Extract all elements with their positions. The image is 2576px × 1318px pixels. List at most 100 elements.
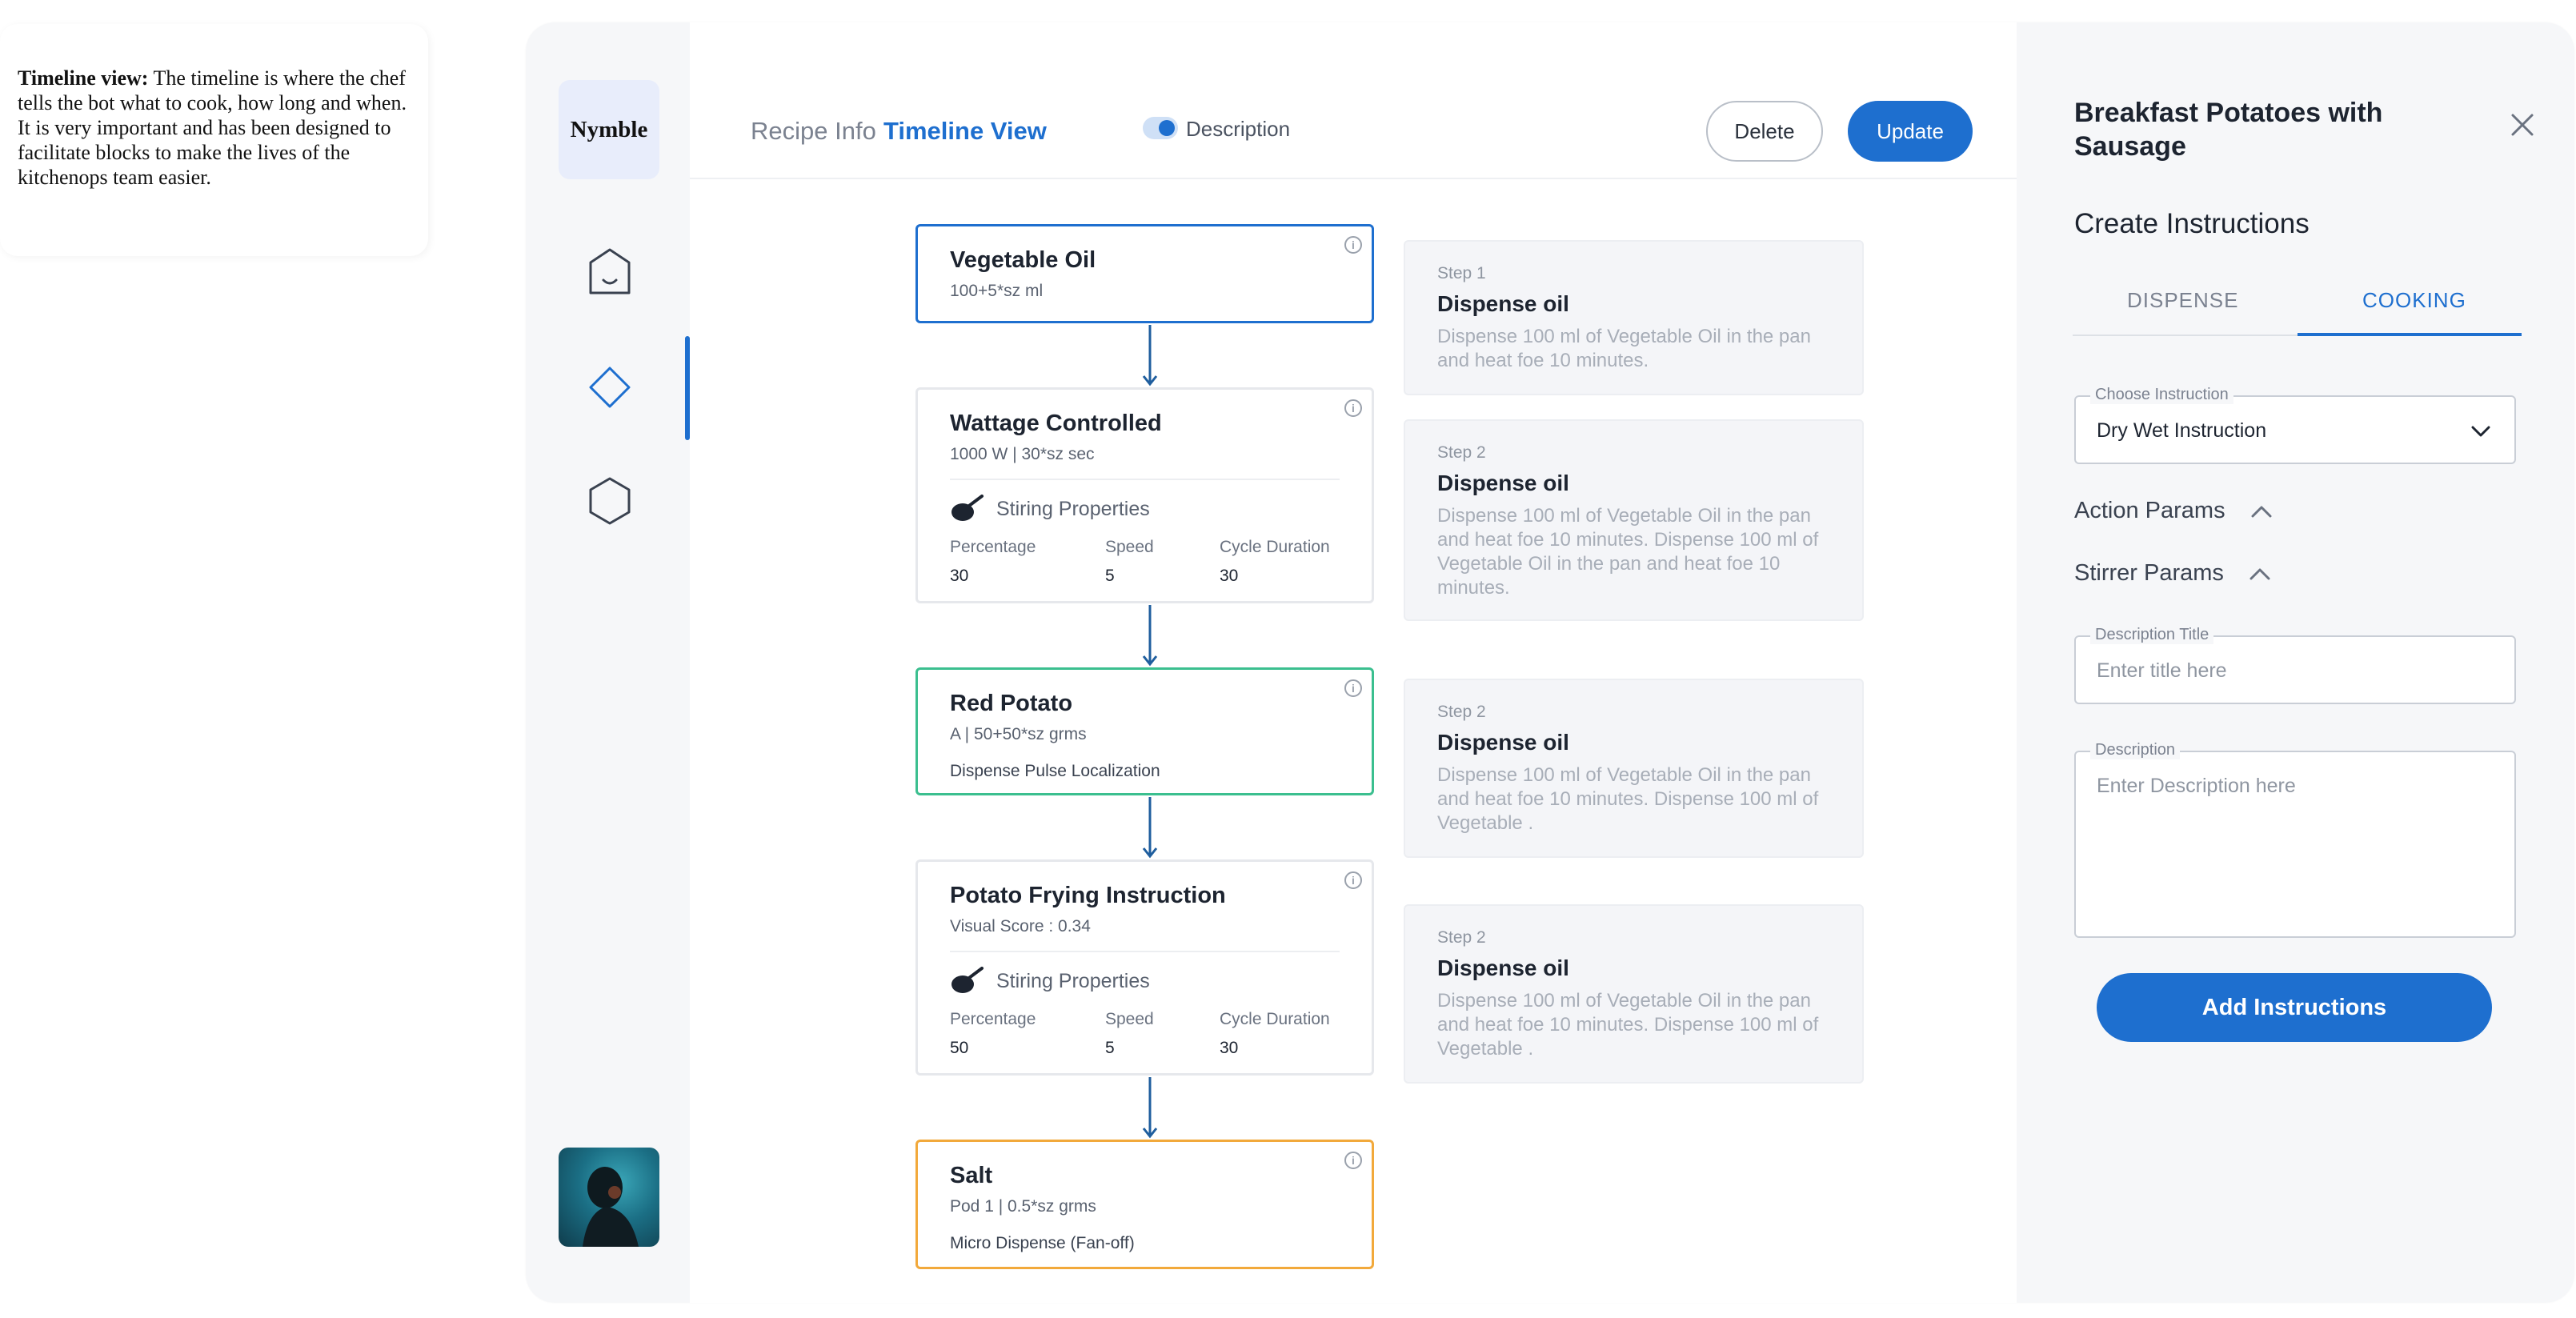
add-instructions-button[interactable]: Add Instructions [2097,973,2492,1042]
param-value: 30 [1220,567,1239,585]
param-percentage: Percentage 30 [950,538,1105,586]
avatar-silhouette [583,1167,639,1247]
stiring-properties-label: Stiring Properties [996,497,1150,520]
annotation-note: Timeline view: The timeline is where the… [0,24,428,256]
block-extra: Dispense Pulse Localization [950,762,1160,780]
param-label: Cycle Duration [1220,538,1330,556]
delete-button[interactable]: Delete [1706,101,1823,162]
logo[interactable]: Nymble [559,80,659,179]
block-subtitle: 100+5*sz ml [950,282,1044,300]
step-description: Dispense 100 ml of Vegetable Oil in the … [1437,764,1819,834]
stirrer-params-toggle[interactable]: Stirrer Params [2074,560,2270,587]
annotation-label: Timeline view: [18,66,149,90]
arrow-down-icon [1142,325,1158,387]
param-value: 5 [1105,1039,1115,1057]
tab-dispense[interactable]: DISPENSE [2127,288,2239,313]
description-title-placeholder: Enter title here [2097,659,2227,682]
block-title: Wattage Controlled [950,411,1162,436]
pan-icon [951,967,984,993]
description-field[interactable]: Description Enter Description here [2074,741,2516,938]
tab-timeline-view[interactable]: Timeline View [883,117,1047,146]
step-card[interactable]: Step 2 Dispense oil Dispense 100 ml of V… [1404,679,1864,858]
block-subtitle: 1000 W | 30*sz sec [950,445,1095,463]
param-speed: Speed 5 [1105,1010,1220,1058]
chevron-up-icon [2249,568,2270,579]
chevron-up-icon [2251,506,2272,517]
sidebar-item-settings[interactable] [582,473,638,529]
stiring-properties-row: Stiring Properties [950,967,1340,996]
app-window: Nymble Recipe Info Timeline View Descrip… [526,22,2574,1303]
diamond-icon [589,367,631,408]
recipe-title: Breakfast Potatoes with Sausage [2074,98,2383,162]
param-label: Cycle Duration [1220,1010,1330,1028]
field-legend: Description [2090,741,2181,759]
info-icon[interactable]: i [1344,679,1362,697]
param-value: 30 [950,567,969,585]
stiring-properties-label: Stiring Properties [996,969,1150,992]
timeline-block[interactable]: i Wattage Controlled 1000 W | 30*sz sec … [915,387,1374,603]
sidebar-item-timeline[interactable] [582,359,638,415]
param-label: Speed [1105,1010,1154,1028]
description-placeholder: Enter Description here [2097,775,2296,797]
step-description: Dispense 100 ml of Vegetable Oil in the … [1437,505,1819,599]
step-number: Step 1 [1437,264,1486,282]
home-icon [589,248,631,294]
arrow-down-icon [1142,605,1158,667]
create-instructions-heading: Create Instructions [2074,208,2310,239]
arrow-down-icon [1142,1077,1158,1139]
action-params-label: Action Params [2074,498,2225,523]
tab-cooking[interactable]: COOKING [2362,288,2466,313]
step-card[interactable]: Step 2 Dispense oil Dispense 100 ml of V… [1404,904,1864,1084]
stiring-properties-row: Stiring Properties [950,495,1340,523]
block-title: Potato Frying Instruction [950,883,1226,908]
timeline-block[interactable]: i Vegetable Oil 100+5*sz ml [915,224,1374,323]
param-label: Percentage [950,1010,1036,1028]
stirrer-params-label: Stirrer Params [2074,560,2224,586]
param-percentage: Percentage 50 [950,1010,1105,1058]
hexagon-icon [589,477,631,525]
user-avatar[interactable] [559,1148,659,1247]
field-legend: Description Title [2090,626,2214,644]
param-value: 5 [1105,567,1115,585]
step-card[interactable]: Step 1 Dispense oil Dispense 100 ml of V… [1404,240,1864,395]
block-title: Red Potato [950,691,1073,716]
description-toggle[interactable] [1143,117,1178,139]
block-extra: Micro Dispense (Fan-off) [950,1234,1135,1252]
param-value: 50 [950,1039,969,1057]
step-card[interactable]: Step 2 Dispense oil Dispense 100 ml of V… [1404,419,1864,621]
params-row: Percentage 50 Speed 5 Cycle Duration 30 [950,1010,1340,1058]
chevron-down-icon [2471,426,2490,437]
tab-recipe-info[interactable]: Recipe Info [751,117,876,146]
sidebar-item-home[interactable] [582,244,638,300]
close-icon[interactable] [2508,110,2537,139]
step-number: Step 2 [1437,703,1486,721]
info-icon[interactable]: i [1344,871,1362,889]
choose-instruction-dropdown[interactable]: Choose Instruction Dry Wet Instruction [2074,386,2516,464]
param-speed: Speed 5 [1105,538,1220,586]
block-subtitle: A | 50+50*sz grms [950,725,1087,743]
info-icon[interactable]: i [1344,236,1362,254]
step-description: Dispense 100 ml of Vegetable Oil in the … [1437,326,1811,371]
update-button[interactable]: Update [1848,101,1973,162]
params-row: Percentage 30 Speed 5 Cycle Duration 30 [950,538,1340,586]
timeline-block[interactable]: i Red Potato A | 50+50*sz grms Dispense … [915,667,1374,795]
param-value: 30 [1220,1039,1239,1057]
arrow-down-icon [1142,797,1158,859]
param-cycle-duration: Cycle Duration 30 [1220,538,1330,586]
action-params-toggle[interactable]: Action Params [2074,498,2272,524]
timeline-block[interactable]: i Salt Pod 1 | 0.5*sz grms Micro Dispens… [915,1140,1374,1269]
block-subtitle: Pod 1 | 0.5*sz grms [950,1197,1096,1216]
step-title: Dispense oil [1437,955,1569,980]
timeline-block[interactable]: i Potato Frying Instruction Visual Score… [915,859,1374,1076]
step-description: Dispense 100 ml of Vegetable Oil in the … [1437,990,1819,1060]
info-icon[interactable]: i [1344,399,1362,417]
description-title-field[interactable]: Description Title Enter title here [2074,626,2516,704]
param-label: Speed [1105,538,1154,556]
step-title: Dispense oil [1437,471,1569,495]
divider [950,951,1340,952]
block-title: Vegetable Oil [950,247,1096,273]
header: Recipe Info Timeline View Description De… [690,22,2017,179]
info-icon[interactable]: i [1344,1152,1362,1169]
dropdown-value: Dry Wet Instruction [2097,419,2267,442]
sidebar: Nymble [526,22,690,1303]
